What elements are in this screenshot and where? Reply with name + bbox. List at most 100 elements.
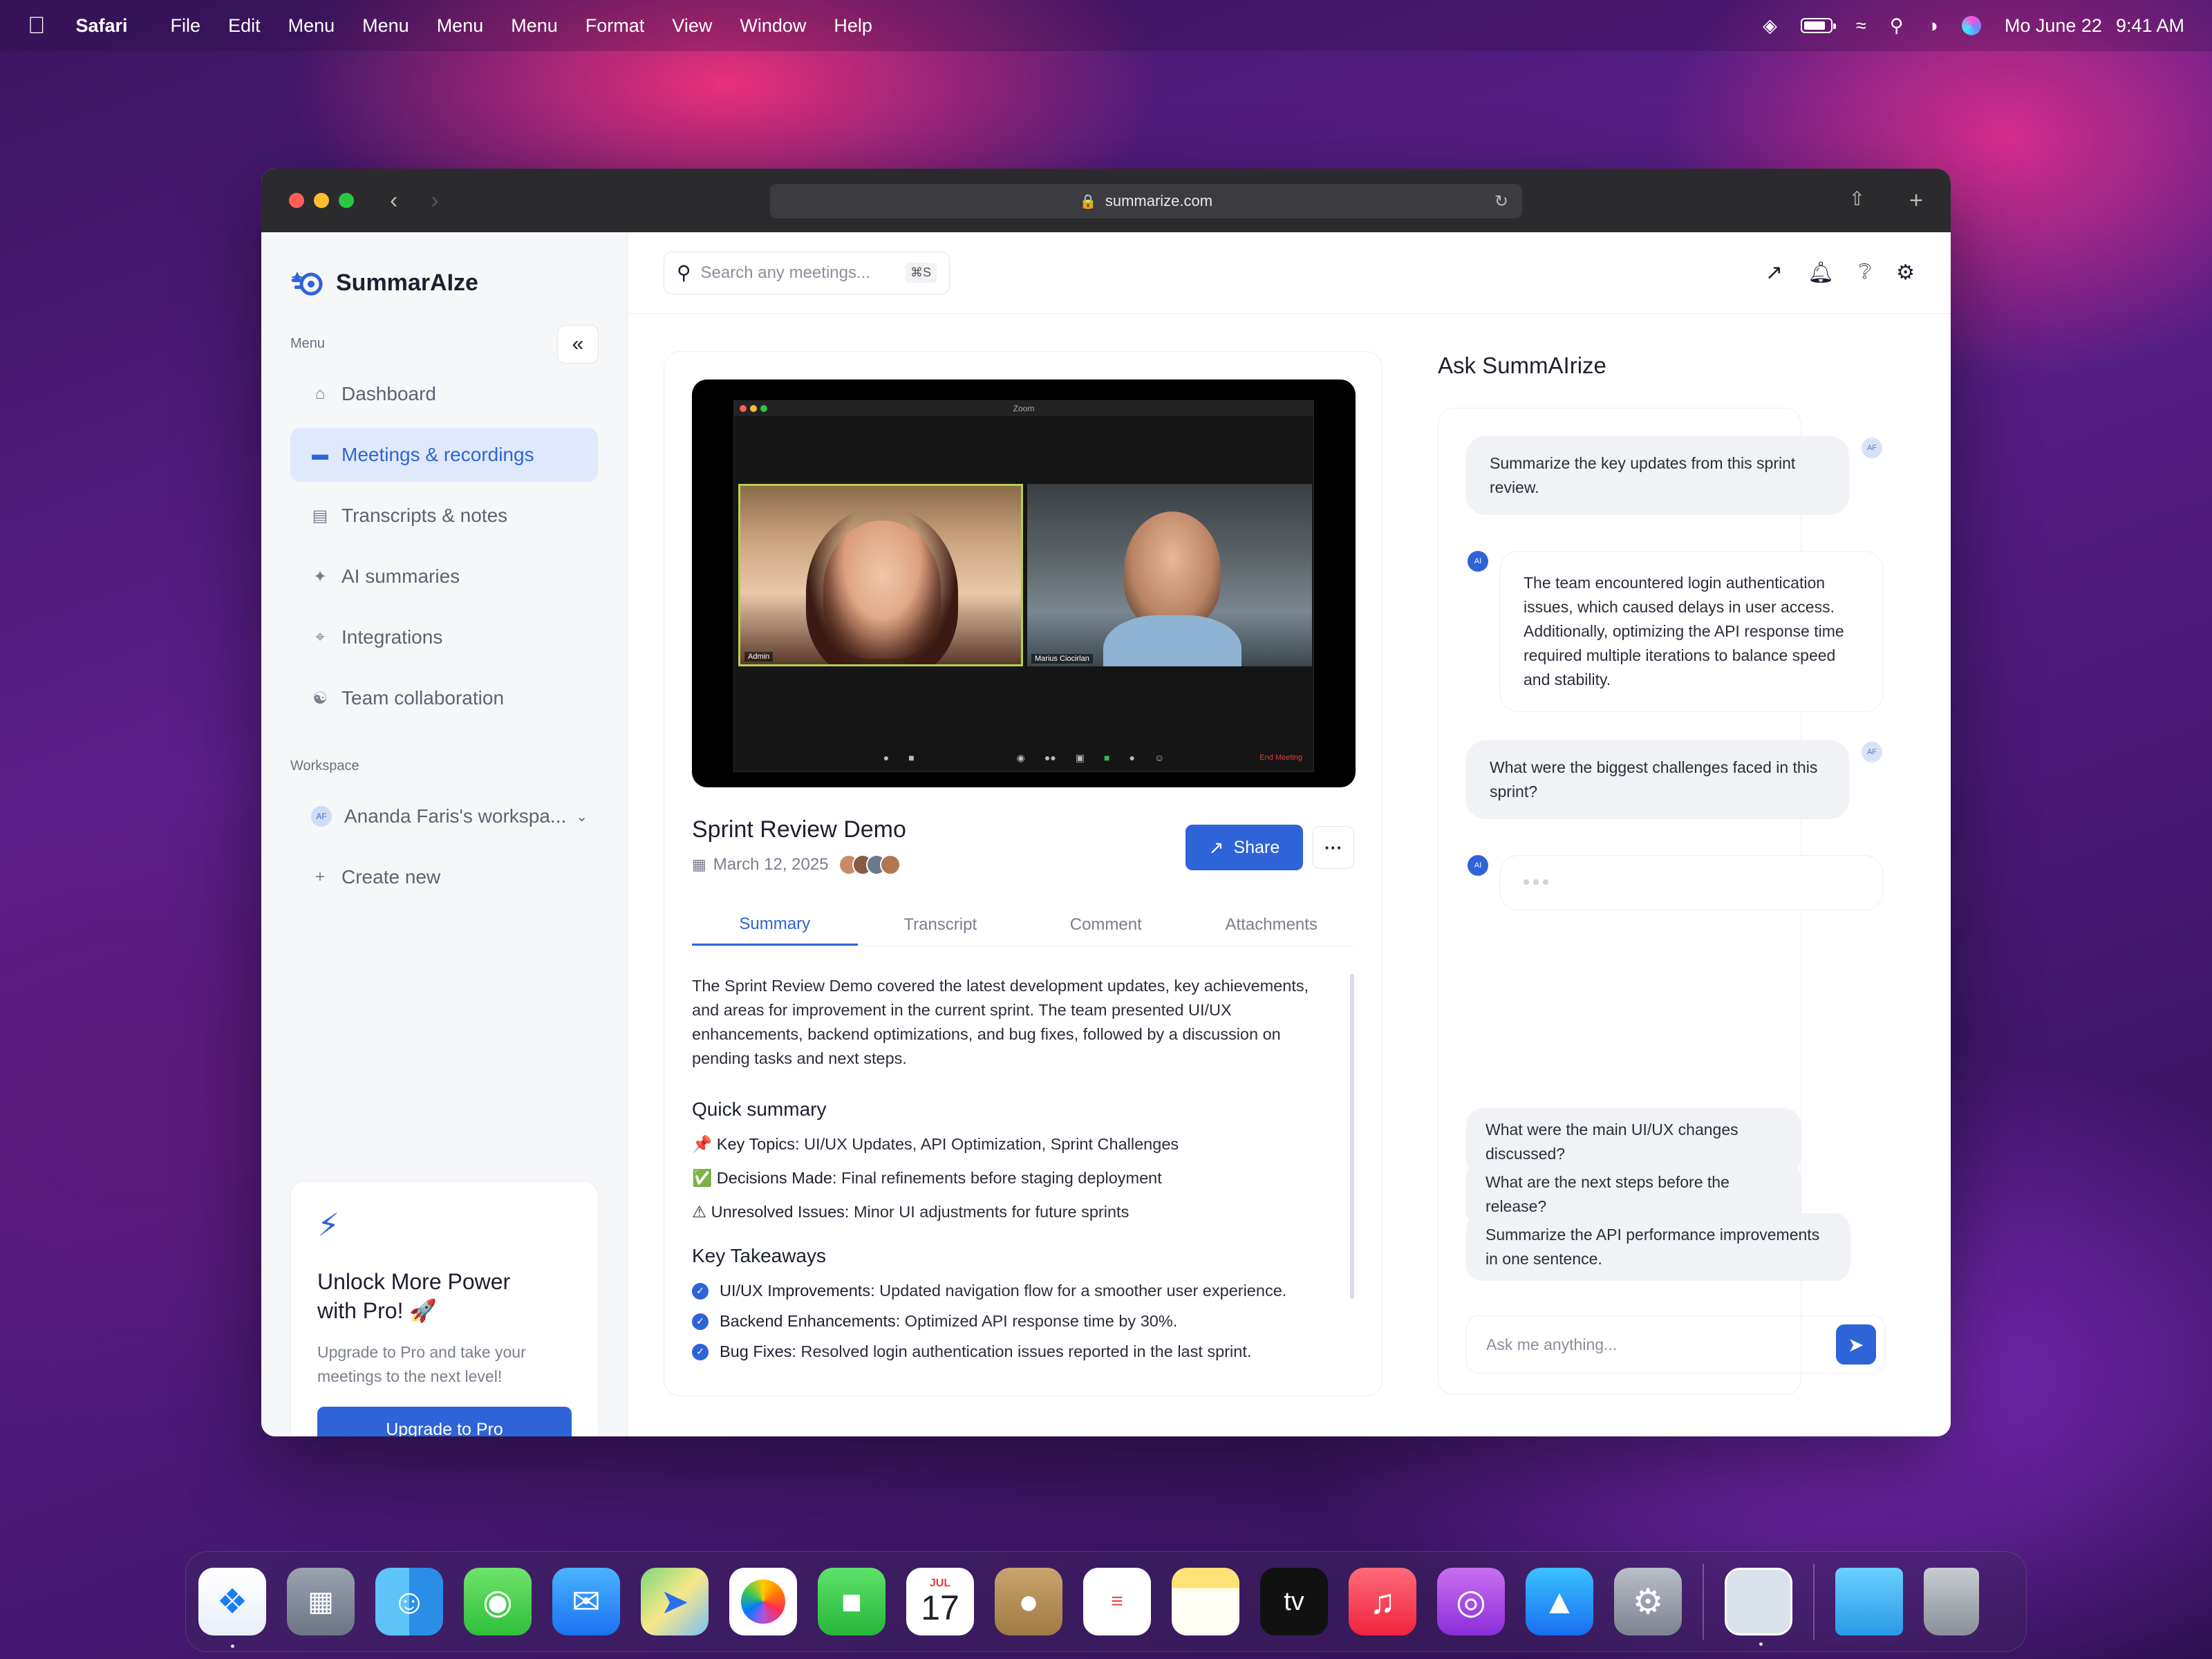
menu-format[interactable]: Format <box>585 15 645 37</box>
reminders-icon[interactable]: ≡ <box>1083 1568 1151 1635</box>
close-window-button[interactable] <box>289 193 304 208</box>
menu-menu-2[interactable]: Menu <box>362 15 409 37</box>
calendar-icon[interactable]: JUL 17 <box>906 1568 974 1635</box>
menu-app-name[interactable]: Safari <box>76 15 128 37</box>
checkmark-icon: ✅ <box>692 1169 713 1187</box>
menu-section-label: Menu <box>290 336 326 351</box>
external-link-icon[interactable]: ↗ <box>1765 261 1783 285</box>
workspace-switcher[interactable]: AF Ananda Faris's workspa... ⌄ <box>290 789 598 843</box>
takeaway-label: UI/UX Improvements: <box>720 1282 875 1300</box>
team-icon: ☯ <box>312 688 328 708</box>
battery-icon[interactable] <box>1800 18 1836 33</box>
address-bar[interactable]: 🔒 summarize.com ↻ <box>770 184 1522 218</box>
menu-help[interactable]: Help <box>834 15 872 37</box>
control-center-icon[interactable]: ◑ <box>1927 15 1938 37</box>
sidebar-item-transcripts[interactable]: ▤ Transcripts & notes <box>290 489 598 543</box>
chat-input[interactable]: Ask me anything... ➤ <box>1466 1315 1885 1374</box>
menu-edit[interactable]: Edit <box>228 15 261 37</box>
attendee-avatars[interactable] <box>838 854 901 875</box>
menu-file[interactable]: File <box>171 15 201 37</box>
folder-icon[interactable] <box>1835 1568 1903 1635</box>
podcasts-icon[interactable]: ◎ <box>1437 1568 1505 1635</box>
mic-icon[interactable]: ● <box>883 752 889 763</box>
reactions-icon[interactable]: ☺ <box>1154 752 1164 763</box>
collapse-sidebar-button[interactable]: « <box>557 325 599 364</box>
takeaway-item: ✓ Backend Enhancements: Optimized API re… <box>692 1309 1331 1333</box>
brand[interactable]: SummarAIze <box>290 232 598 333</box>
promo-title-line-2: with Pro! 🚀 <box>317 1298 438 1323</box>
search-input[interactable]: ⚲ Search any meetings... ⌘S <box>664 251 950 294</box>
photos-icon[interactable] <box>729 1568 797 1635</box>
menu-menu-3[interactable]: Menu <box>437 15 484 37</box>
integrations-icon: ⌖ <box>315 628 325 646</box>
tab-comment[interactable]: Comment <box>1023 904 1189 946</box>
notes-icon[interactable] <box>1172 1568 1239 1635</box>
preview-window-icon[interactable] <box>1725 1568 1792 1646</box>
sidebar-item-integrations[interactable]: ⌖ Integrations <box>290 610 598 664</box>
zoom-window-button[interactable] <box>339 193 354 208</box>
tab-attachments[interactable]: Attachments <box>1189 904 1355 946</box>
send-button[interactable]: ➤ <box>1836 1324 1876 1365</box>
share-page-icon[interactable]: ⇧ <box>1849 187 1865 214</box>
create-new-button[interactable]: + Create new <box>290 850 598 904</box>
wifi-icon[interactable]: ≈ <box>1856 15 1866 37</box>
menubar-time[interactable]: 9:41 AM <box>2116 15 2184 37</box>
camera-icon[interactable]: ■ <box>908 752 914 763</box>
chat-icon[interactable]: ▣ <box>1076 752 1085 764</box>
meeting-recording-video[interactable]: Zoom Admin Marius Ciocirlan ● ■ ◉ ●● ▣ ■… <box>692 379 1356 787</box>
apple-menu-icon[interactable]:  <box>28 12 46 39</box>
facetime-icon[interactable]: ■ <box>818 1568 885 1635</box>
suggestion-chip[interactable]: Summarize the API performance improvemen… <box>1466 1213 1850 1281</box>
record-icon[interactable]: ● <box>1130 752 1135 763</box>
workspace-name: Ananda Faris's workspa... <box>344 805 567 827</box>
menu-menu-1[interactable]: Menu <box>288 15 335 37</box>
sidebar-item-team[interactable]: ☯ Team collaboration <box>290 671 598 725</box>
system-settings-icon[interactable]: ⚙ <box>1614 1568 1682 1635</box>
launchpad-icon[interactable]: ▦ <box>287 1568 355 1635</box>
finder-icon[interactable]: ☺ <box>375 1568 443 1635</box>
maps-icon[interactable]: ➤ <box>641 1568 709 1635</box>
share-screen-icon[interactable]: ■ <box>1104 752 1109 763</box>
trash-icon[interactable] <box>1924 1568 1979 1635</box>
mail-icon[interactable]: ✉ <box>552 1568 620 1635</box>
spotlight-search-icon[interactable]: ⚲ <box>1890 15 1904 37</box>
menubar-date[interactable]: Mo June 22 <box>2005 15 2102 37</box>
menu-menu-4[interactable]: Menu <box>511 15 558 37</box>
sidebar-item-ai-summaries[interactable]: ✦ AI summaries <box>290 550 598 603</box>
minimize-window-button[interactable] <box>314 193 329 208</box>
back-arrow-icon[interactable]: ‹ <box>390 187 397 214</box>
music-icon[interactable]: ♫ <box>1349 1568 1416 1635</box>
more-options-button[interactable]: ··· <box>1313 826 1354 869</box>
security-icon[interactable]: ◉ <box>1017 752 1025 764</box>
forward-arrow-icon[interactable]: › <box>431 187 438 214</box>
zoom-controls: ● ■ ◉ ●● ▣ ■ ● ☺ End Meeting <box>734 744 1313 771</box>
participants-icon[interactable]: ●● <box>1044 752 1056 763</box>
new-tab-icon[interactable]: + <box>1909 187 1923 214</box>
meeting-title: Sprint Review Demo <box>692 816 906 843</box>
gear-icon[interactable]: ⚙ <box>1896 261 1915 285</box>
end-meeting-button[interactable]: End Meeting <box>1259 753 1302 762</box>
tab-summary[interactable]: Summary <box>692 904 858 946</box>
takeaway-text: Updated navigation flow for a smoother u… <box>874 1282 1287 1300</box>
menu-view[interactable]: View <box>672 15 712 37</box>
pin-icon: 📌 <box>692 1135 713 1153</box>
bell-icon[interactable]: 🔔︎ <box>1808 261 1834 285</box>
share-button[interactable]: ↗ Share <box>1185 825 1303 870</box>
tv-icon[interactable]: tv <box>1260 1568 1328 1635</box>
menu-window[interactable]: Window <box>740 15 806 37</box>
typing-indicator <box>1524 879 1548 885</box>
meeting-date: March 12, 2025 <box>713 855 829 874</box>
contacts-icon[interactable]: ● <box>995 1568 1062 1635</box>
upgrade-to-pro-button[interactable]: Upgrade to Pro <box>317 1407 572 1436</box>
tab-transcript[interactable]: Transcript <box>858 904 1024 946</box>
sidebar-item-meetings[interactable]: ▬ Meetings & recordings <box>290 428 598 482</box>
siri-icon[interactable] <box>1961 16 1981 35</box>
reload-icon[interactable]: ↻ <box>1494 191 1508 212</box>
help-icon[interactable]: ❔︎ <box>1859 261 1871 285</box>
app-store-icon[interactable]: ▲ <box>1526 1568 1593 1635</box>
summary-scrollbar[interactable] <box>1350 974 1354 1299</box>
layers-status-icon[interactable]: ◈ <box>1763 15 1777 37</box>
messages-icon[interactable]: ◉ <box>464 1568 532 1635</box>
sidebar-item-dashboard[interactable]: ⌂ Dashboard <box>290 367 598 421</box>
safari-icon[interactable]: ❖ <box>198 1568 266 1648</box>
